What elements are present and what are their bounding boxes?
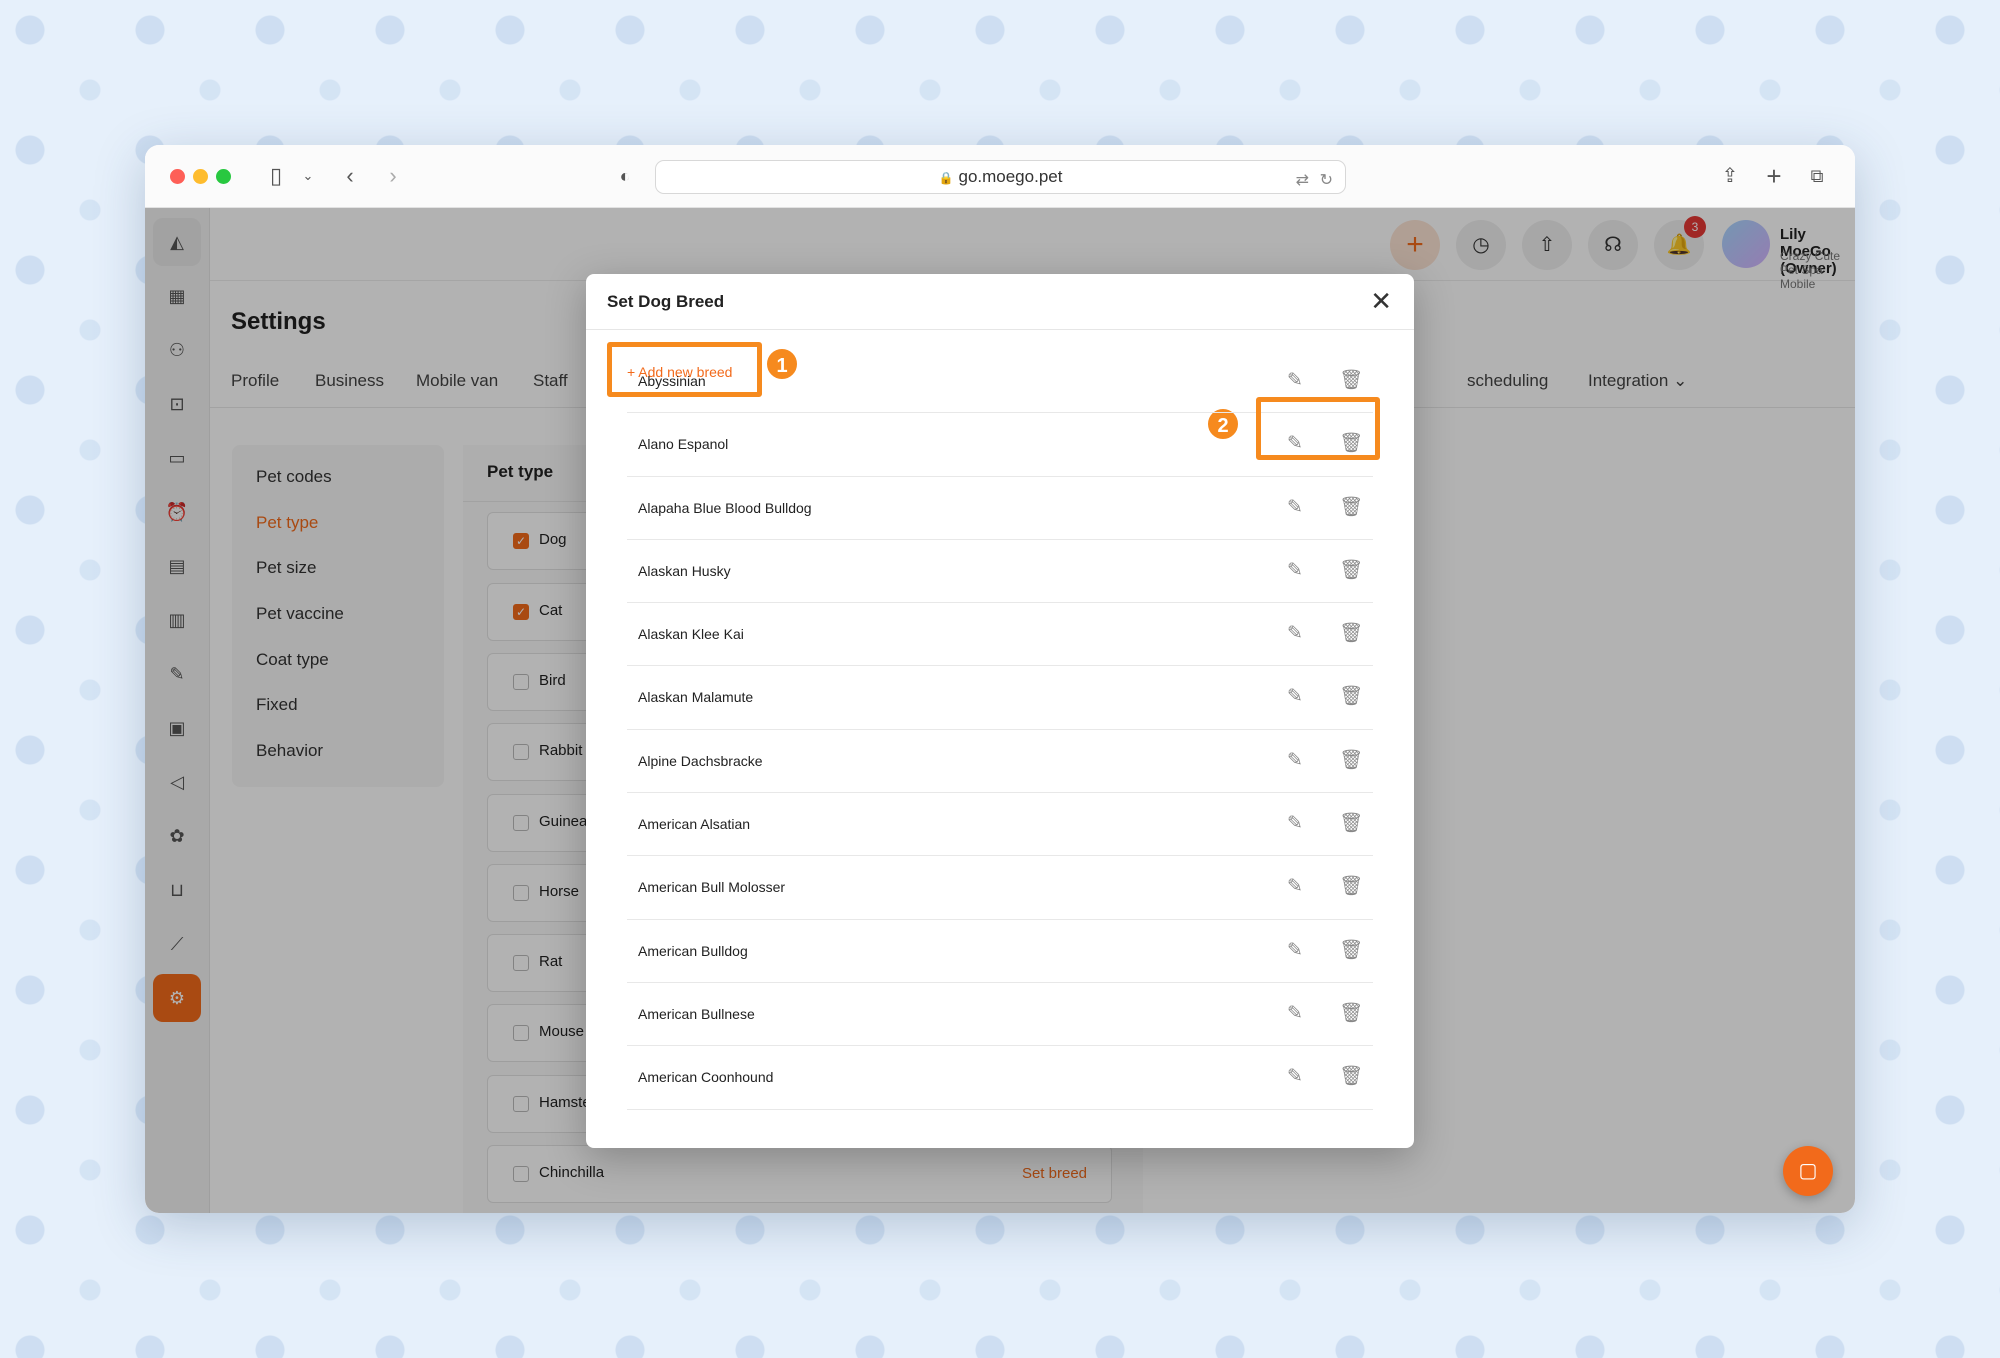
close-icon[interactable]: ✕	[1370, 286, 1392, 316]
trash-icon[interactable]: 🗑	[1338, 621, 1364, 647]
breed-row: American Bullnese ✎ 🗑	[627, 983, 1373, 1047]
trash-icon[interactable]: 🗑	[1338, 368, 1364, 394]
breed-name: Alpine Dachsbracke	[638, 752, 763, 769]
browser-titlebar: ▯ ⌄ ‹ › ◐ 🔒 go.moego.pet ⇄ ↻ ⇪ + ⧉	[145, 145, 1855, 208]
back-icon[interactable]: ‹	[335, 161, 365, 191]
shield-icon[interactable]: ◐	[610, 161, 640, 191]
breed-name: Alano Espanol	[638, 436, 729, 453]
breed-name: Alapaha Blue Blood Bulldog	[638, 499, 812, 516]
chevron-down-icon[interactable]: ⌄	[293, 161, 323, 191]
breed-row: American Alsatian ✎ 🗑	[627, 793, 1373, 857]
breed-row: Alaskan Klee Kai ✎ 🗑	[627, 603, 1373, 667]
breed-name: Alaskan Klee Kai	[638, 626, 744, 643]
edit-icon[interactable]: ✎	[1282, 558, 1308, 584]
zoom-window-button[interactable]	[216, 169, 231, 184]
row-actions-highlight	[1256, 397, 1380, 460]
breed-row: Alapaha Blue Blood Bulldog ✎ 🗑	[627, 477, 1373, 540]
trash-icon[interactable]: 🗑	[1338, 684, 1364, 710]
url-text: go.moego.pet	[958, 167, 1063, 186]
edit-icon[interactable]: ✎	[1282, 1064, 1308, 1090]
trash-icon[interactable]: 🗑	[1338, 1064, 1364, 1090]
breed-name: Abyssinian	[638, 373, 706, 389]
breed-row: Alpine Dachsbracke ✎ 🗑	[627, 730, 1373, 794]
trash-icon[interactable]: 🗑	[1338, 558, 1364, 584]
modal-header: Set Dog Breed ✕	[586, 274, 1414, 330]
breed-row: American Coonhound ✎ 🗑	[627, 1046, 1373, 1110]
close-window-button[interactable]	[170, 169, 185, 184]
edit-icon[interactable]: ✎	[1282, 938, 1308, 964]
new-tab-icon[interactable]: +	[1759, 161, 1789, 191]
set-dog-breed-modal: Set Dog Breed ✕ + Add new breed 1 2 Abys…	[586, 274, 1414, 1148]
translate-icon[interactable]: ⇄	[1296, 165, 1309, 197]
tabs-overview-icon[interactable]: ⧉	[1802, 161, 1832, 191]
chat-icon[interactable]: ▢	[1783, 1146, 1833, 1196]
url-bar[interactable]: 🔒 go.moego.pet ⇄ ↻	[655, 160, 1346, 194]
edit-icon[interactable]: ✎	[1282, 874, 1308, 900]
trash-icon[interactable]: 🗑	[1338, 811, 1364, 837]
edit-icon[interactable]: ✎	[1282, 748, 1308, 774]
forward-icon[interactable]: ›	[378, 161, 408, 191]
breed-name: Alaskan Husky	[638, 562, 731, 579]
edit-icon[interactable]: ✎	[1282, 811, 1308, 837]
breed-list: Abyssinian ✎ 🗑 Alano Espanol ✎ 🗑 Alapaha Blue …	[627, 350, 1373, 1110]
breed-name: American Bull Molosser	[638, 879, 786, 896]
sidebar-toggle-icon[interactable]: ▯	[261, 161, 291, 191]
edit-icon[interactable]: ✎	[1282, 495, 1308, 521]
trash-icon[interactable]: 🗑	[1338, 495, 1364, 521]
trash-icon[interactable]: 🗑	[1338, 938, 1364, 964]
edit-icon[interactable]: ✎	[1282, 684, 1308, 710]
breed-name: American Alsatian	[638, 816, 751, 833]
breed-row: Alaskan Husky ✎ 🗑	[627, 540, 1373, 604]
edit-icon[interactable]: ✎	[1282, 368, 1308, 394]
trash-icon[interactable]: 🗑	[1338, 1001, 1364, 1027]
breed-row: Alaskan Malamute ✎ 🗑	[627, 666, 1373, 730]
edit-icon[interactable]: ✎	[1282, 1001, 1308, 1027]
breed-row: American Bulldog ✎ 🗑	[627, 920, 1373, 983]
share-icon[interactable]: ⇪	[1715, 161, 1745, 191]
breed-name: American Coonhound	[638, 1069, 774, 1086]
breed-name: American Bulldog	[638, 942, 748, 959]
breed-name: Alaskan Malamute	[638, 689, 754, 706]
breed-row: American Bull Molosser ✎ 🗑	[627, 856, 1373, 920]
breed-name: American Bullnese	[638, 1005, 755, 1022]
trash-icon[interactable]: 🗑	[1338, 874, 1364, 900]
reload-icon[interactable]: ↻	[1320, 165, 1333, 197]
lock-icon: 🔒	[938, 171, 954, 185]
edit-icon[interactable]: ✎	[1282, 621, 1308, 647]
trash-icon[interactable]: 🗑	[1338, 748, 1364, 774]
minimize-window-button[interactable]	[193, 169, 208, 184]
modal-title: Set Dog Breed	[607, 292, 725, 311]
